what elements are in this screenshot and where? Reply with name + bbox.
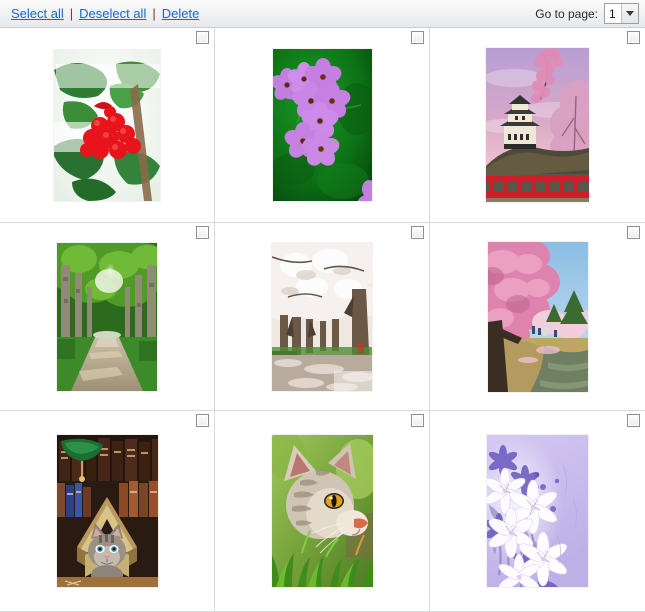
thumbnail-cell[interactable]: Red holly berries with snow on green lea… [0, 28, 215, 223]
thumbnail-grid: Red holly berries with snow on green lea… [0, 28, 645, 612]
thumbnail-image[interactable] [271, 435, 373, 587]
action-separator-2: | [152, 5, 156, 21]
select-thumbnail-checkbox[interactable] [411, 31, 424, 44]
thumbnail-cell[interactable]: Illustrated white and purple lilies on l… [430, 411, 645, 612]
select-thumbnail-checkbox[interactable] [411, 414, 424, 427]
go-to-page-label: Go to page: [535, 6, 598, 21]
select-thumbnail-checkbox[interactable] [411, 226, 424, 239]
select-thumbnail-checkbox[interactable] [627, 414, 640, 427]
select-thumbnail-checkbox[interactable] [196, 414, 209, 427]
select-thumbnail-checkbox[interactable] [196, 31, 209, 44]
thumbnail-cell[interactable]: Close-up of a tabby cat in green grass [215, 411, 430, 612]
thumbnail-image[interactable] [487, 241, 588, 392]
thumbnail-image[interactable] [486, 48, 589, 202]
thumbnail-image[interactable] [272, 49, 372, 201]
thumbnail-image[interactable] [487, 435, 588, 587]
toolbar-actions: Select all | Deselect all | Delete [0, 6, 199, 22]
toolbar: Select all | Deselect all | Delete Go to… [0, 0, 645, 28]
select-thumbnail-checkbox[interactable] [196, 226, 209, 239]
thumbnail-cell[interactable]: White cherry blossom trees over a park p… [215, 223, 430, 411]
delete-link[interactable]: Delete [162, 6, 200, 22]
thumbnail-image[interactable] [57, 242, 157, 391]
deselect-all-link[interactable]: Deselect all [79, 6, 146, 22]
thumbnail-cell[interactable]: Purple oxalis flowers on dark green foli… [215, 28, 430, 223]
chevron-down-icon [622, 4, 638, 23]
select-all-link[interactable]: Select all [11, 6, 64, 22]
page-select-value: 1 [605, 4, 622, 23]
action-separator-1: | [69, 5, 74, 21]
thumbnail-cell[interactable]: Tabby kitten under an open book in a lib… [0, 411, 215, 612]
thumbnail-cell[interactable]: Green tree-lined gravel path in spring f… [0, 223, 215, 411]
select-thumbnail-checkbox[interactable] [627, 226, 640, 239]
thumbnail-image[interactable] [272, 242, 372, 391]
thumbnail-cell[interactable]: Pink cherry blossoms along a canal with … [430, 223, 645, 411]
page-select[interactable]: 1 [604, 3, 639, 24]
thumbnail-image[interactable] [56, 435, 158, 587]
pagination-control: Go to page: 1 [535, 3, 645, 24]
select-thumbnail-checkbox[interactable] [627, 31, 640, 44]
thumbnail-cell[interactable]: Japanese castle with cherry blossoms and… [430, 28, 645, 223]
thumbnail-image[interactable] [54, 49, 160, 201]
